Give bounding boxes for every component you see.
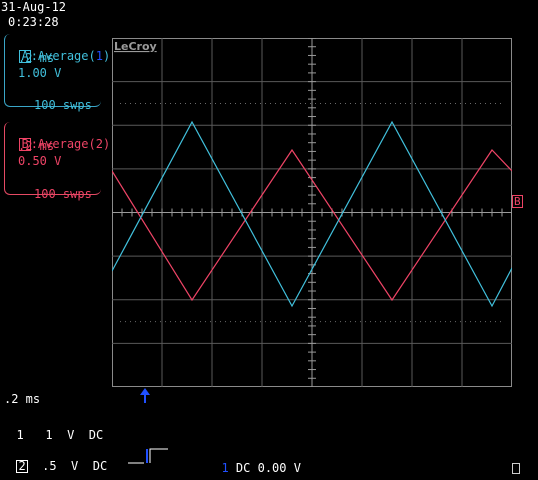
- trace-b-src: 2: [95, 137, 103, 151]
- ch1-volts: 1: [45, 428, 53, 442]
- ch2-number: 2: [16, 459, 28, 473]
- trace-b-timebase: .2 ms: [18, 139, 55, 153]
- ch2-row[interactable]: 2 .5 V DC: [2, 447, 107, 473]
- trace-b-sweeps: 100 swps: [34, 187, 92, 201]
- ch1-number: 1: [16, 428, 24, 442]
- ch2-unit: V: [71, 459, 79, 473]
- trigger-edge-icon[interactable]: [126, 446, 170, 466]
- graticule-grid: [112, 38, 512, 387]
- trace-b-vdiv: 0.50 V: [18, 154, 62, 168]
- trigger-position-arrow[interactable]: [139, 388, 151, 404]
- ch1-coupling: DC: [88, 428, 104, 442]
- scope-display[interactable]: LeCroy: [112, 38, 512, 387]
- bottom-timebase: .2 ms: [4, 392, 41, 406]
- trace-b-level-marker[interactable]: B: [512, 195, 523, 208]
- date-label: 31-Aug-12: [1, 0, 67, 14]
- trigger-source: 1: [221, 461, 229, 475]
- lecroy-logo: LeCroy: [114, 40, 157, 53]
- status-indicator: [512, 463, 520, 474]
- ch1-unit: V: [67, 428, 75, 442]
- ch2-coupling: DC: [92, 459, 108, 473]
- trace-a-src: 1: [95, 49, 103, 63]
- trigger-info[interactable]: 1 DC 0.00 V: [207, 449, 301, 475]
- ch1-row[interactable]: 1 1 V DC: [2, 416, 103, 442]
- trace-a-vdiv: 1.00 V: [18, 66, 62, 80]
- time-label: 0:23:28: [8, 15, 59, 29]
- trace-a-sweeps: 100 swps: [34, 98, 92, 112]
- ch2-volts: .5: [42, 459, 57, 473]
- trigger-text: DC 0.00 V: [235, 461, 301, 475]
- trace-a-timebase: .2 ms: [18, 51, 55, 65]
